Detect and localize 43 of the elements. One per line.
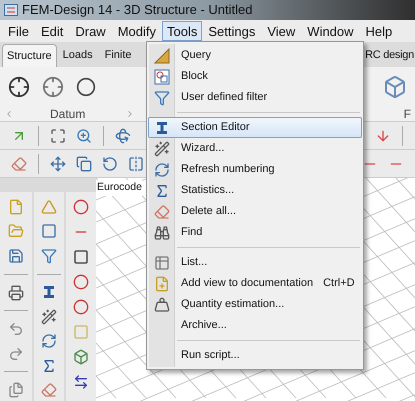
shortcut-label: Ctrl+D [323,276,355,292]
cube-icon[interactable] [383,75,407,99]
menu-item[interactable]: Help [360,21,398,41]
menu-item[interactable]: Delete all... [148,201,362,222]
menu-item[interactable]: Wizard... [148,138,362,159]
window-title: FEM-Design 14 - 3D Structure - Untitled [22,1,252,20]
canvas-label: Eurocode [97,180,142,196]
menu-item[interactable]: Archive... [148,315,362,336]
datum-point-icon[interactable] [8,76,30,98]
menu-item[interactable]: View [261,21,302,41]
funnel-icon [154,90,170,106]
menu-item[interactable]: Edit [34,21,70,41]
menu-item[interactable]: Find [148,222,362,243]
menu-item[interactable]: Query [148,45,362,66]
ribbon-tab[interactable]: Finite [98,44,138,67]
menu-item[interactable]: List... [148,252,362,273]
weight-icon [154,296,170,312]
menu-item[interactable]: Run script... [148,345,362,366]
menu-item[interactable]: Section Editor [148,117,362,138]
ribbon-tab[interactable]: RC design [365,44,415,67]
document-plus-icon [154,276,170,292]
group-label: Datum [50,106,86,123]
menu-item[interactable]: Quantity estimation... [148,294,362,315]
menu-item[interactable]: Block [148,66,362,87]
magic-wand-icon [154,140,170,156]
menu-item[interactable]: Window [301,21,360,41]
menu-item[interactable]: Modify [112,21,162,41]
ribbon-tab[interactable]: Structure [2,44,57,67]
menu-item[interactable]: Tools [162,21,202,41]
menu-item[interactable]: File [2,21,35,41]
menu-item[interactable]: Statistics... [148,180,362,201]
table-icon [154,254,170,270]
group-label: F [404,106,411,123]
i-beam-icon [154,120,170,136]
menu-item[interactable]: Settings [202,21,262,41]
menu-item[interactable]: Add view to documentation Ctrl+D [148,273,362,294]
menu-item[interactable]: Draw [69,21,112,41]
binoculars-icon [154,224,170,240]
ribbon-tab[interactable]: Loads [56,44,99,67]
eraser-icon [154,204,170,220]
app-icon [4,4,18,16]
i-beam-icon [41,284,57,300]
menu-item[interactable]: User defined filter [148,87,362,108]
